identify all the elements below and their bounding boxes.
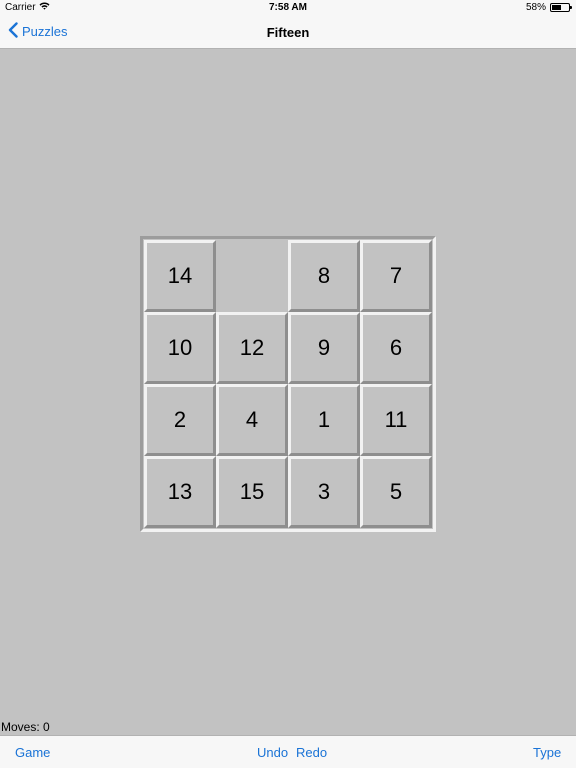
game-button[interactable]: Game (15, 745, 50, 760)
page-title: Fifteen (266, 25, 310, 40)
redo-button[interactable]: Redo (296, 745, 327, 760)
battery-percent: 58% (525, 2, 546, 13)
status-time: 7:58 AM (269, 2, 307, 13)
puzzle-tile[interactable]: 12 (216, 312, 288, 384)
battery-area: 58% (525, 2, 572, 13)
puzzle-tile[interactable]: 7 (360, 240, 432, 312)
puzzle-tile[interactable]: 6 (360, 312, 432, 384)
puzzle-tile[interactable]: 8 (288, 240, 360, 312)
screen: Carrier 7:58 AM 58% Puzzles Fifteen 14 8… (0, 0, 576, 768)
puzzle-tile[interactable]: 14 (144, 240, 216, 312)
puzzle-tile[interactable]: 4 (216, 384, 288, 456)
moves-counter: Moves: 0 (1, 720, 50, 734)
navigation-bar: Puzzles Fifteen (0, 16, 576, 49)
puzzle-tile[interactable]: 13 (144, 456, 216, 528)
bottom-toolbar: Game Undo Redo Type (0, 735, 576, 768)
type-button[interactable]: Type (533, 745, 561, 760)
battery-fill (552, 5, 562, 10)
puzzle-tile[interactable]: 1 (288, 384, 360, 456)
puzzle-tile[interactable]: 2 (144, 384, 216, 456)
empty-tile-slot[interactable] (216, 240, 288, 312)
status-bar: Carrier 7:58 AM 58% (0, 0, 576, 16)
puzzle-tile[interactable]: 10 (144, 312, 216, 384)
puzzle-tile[interactable]: 9 (288, 312, 360, 384)
battery-icon (550, 3, 572, 12)
puzzle-tile[interactable]: 11 (360, 384, 432, 456)
puzzle-tile[interactable]: 3 (288, 456, 360, 528)
puzzle-tile[interactable]: 5 (360, 456, 432, 528)
puzzle-tile[interactable]: 15 (216, 456, 288, 528)
undo-button[interactable]: Undo (257, 745, 288, 760)
puzzle-board: 14 8 7 10 12 9 6 2 4 1 11 13 15 3 5 (140, 236, 436, 532)
tile-grid: 14 8 7 10 12 9 6 2 4 1 11 13 15 3 5 (144, 240, 432, 528)
